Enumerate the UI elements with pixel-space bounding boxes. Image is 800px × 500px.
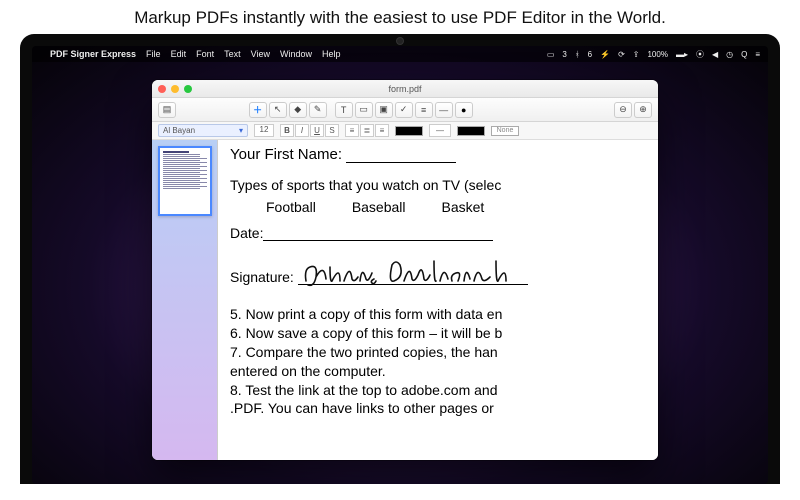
numbered-line-6: 6. Now save a copy of this form – it wil…: [230, 324, 650, 343]
sport-option-football: Football: [266, 199, 316, 215]
underline-button[interactable]: U: [310, 124, 324, 137]
signature-handwriting: [300, 255, 520, 291]
document-body: Your First Name: Types of sports that yo…: [152, 140, 658, 460]
window-minimize-button[interactable]: [171, 85, 179, 93]
numbered-line-7: 7. Compare the two printed copies, the h…: [230, 343, 650, 362]
menu-window[interactable]: Window: [280, 49, 312, 59]
text-color-swatch[interactable]: [395, 126, 423, 136]
app-name-menu[interactable]: PDF Signer Express: [50, 49, 136, 59]
page-canvas[interactable]: Your First Name: Types of sports that yo…: [218, 140, 658, 460]
stroke-color-swatch[interactable]: [457, 126, 485, 136]
pointer-tool-button[interactable]: ↖: [269, 102, 287, 118]
laptop-camera: [397, 38, 403, 44]
sidebar-toggle-button[interactable]: ▤: [158, 102, 176, 118]
ellipse-fill-tool-button[interactable]: ●: [455, 102, 473, 118]
bolt-icon: ⚡: [600, 50, 610, 59]
signature-label: Signature:: [230, 269, 294, 285]
bluetooth-icon[interactable]: ᚼ: [575, 50, 580, 59]
add-tool-button[interactable]: ＋: [249, 102, 267, 118]
image-tool-button[interactable]: ▣: [375, 102, 393, 118]
text-tool-button[interactable]: T: [335, 102, 353, 118]
menu-help[interactable]: Help: [322, 49, 341, 59]
sync-icon[interactable]: ⟳: [618, 50, 625, 59]
thumbnail-sidebar: [152, 140, 218, 460]
line-tool-button[interactable]: —: [435, 102, 453, 118]
app-window: form.pdf ▤ ＋ ↖ ◆ ✎ T ▭ ▣ ✓ ≡ —: [152, 80, 658, 460]
menu-text[interactable]: Text: [224, 49, 241, 59]
menu-file[interactable]: File: [146, 49, 161, 59]
sport-option-baseball: Baseball: [352, 199, 406, 215]
zoom-out-button[interactable]: ⊖: [614, 102, 632, 118]
volume-icon[interactable]: ◀: [712, 50, 718, 59]
numbered-line-5: 5. Now print a copy of this form with da…: [230, 305, 650, 324]
font-family-select[interactable]: Al Bayan ▾: [158, 124, 248, 137]
list-tool-button[interactable]: ≡: [415, 102, 433, 118]
pen-tool-button[interactable]: ✎: [309, 102, 327, 118]
upload-icon[interactable]: ⇪: [633, 50, 640, 59]
stroke-width-select[interactable]: —: [429, 124, 451, 137]
date-label: Date:: [230, 225, 263, 241]
window-fullscreen-button[interactable]: [184, 85, 192, 93]
eraser-tool-button[interactable]: ◆: [289, 102, 307, 118]
laptop-frame: PDF Signer Express File Edit Font Text V…: [20, 34, 780, 484]
fill-color-swatch[interactable]: None: [491, 126, 519, 136]
wifi-icon[interactable]: ⦿: [696, 49, 704, 60]
page-thumbnail-1[interactable]: [158, 146, 212, 216]
sport-option-basket: Basket: [442, 199, 485, 215]
first-name-label: Your First Name:: [230, 146, 342, 163]
menu-font[interactable]: Font: [196, 49, 214, 59]
zoom-in-button[interactable]: ⊕: [634, 102, 652, 118]
menu-edit[interactable]: Edit: [171, 49, 187, 59]
numbered-line-7b: entered on the computer.: [230, 362, 650, 381]
clock-icon[interactable]: ◷: [726, 50, 733, 59]
date-field[interactable]: [263, 229, 493, 241]
window-title: form.pdf: [152, 84, 658, 94]
window-titlebar[interactable]: form.pdf: [152, 80, 658, 98]
numbered-line-8: 8. Test the link at the top to adobe.com…: [230, 381, 650, 400]
battery-percent: 100%: [647, 50, 667, 59]
macos-desktop: PDF Signer Express File Edit Font Text V…: [32, 46, 768, 484]
align-right-button[interactable]: ≡: [375, 124, 389, 137]
first-name-field[interactable]: [346, 151, 456, 163]
italic-button[interactable]: I: [295, 124, 309, 137]
rect-tool-button[interactable]: ▭: [355, 102, 373, 118]
align-center-button[interactable]: ≣: [360, 124, 374, 137]
macos-menubar: PDF Signer Express File Edit Font Text V…: [32, 46, 768, 62]
checkmark-tool-button[interactable]: ✓: [395, 102, 413, 118]
battery-icon: ▬▸: [676, 50, 688, 59]
toolbar: ▤ ＋ ↖ ◆ ✎ T ▭ ▣ ✓ ≡ — ● ⊖: [152, 98, 658, 122]
signature-field[interactable]: [298, 265, 528, 285]
status-count-2: 6: [588, 50, 592, 59]
bold-button[interactable]: B: [280, 124, 294, 137]
search-icon[interactable]: Q: [741, 50, 747, 59]
window-close-button[interactable]: [158, 85, 166, 93]
font-family-value: Al Bayan: [163, 126, 195, 135]
menu-view[interactable]: View: [251, 49, 270, 59]
chevron-down-icon: ▾: [239, 126, 243, 135]
window-traffic-lights: [158, 85, 192, 93]
status-count-1: 3: [562, 50, 566, 59]
menu-list-icon[interactable]: ≡: [755, 50, 760, 59]
font-size-input[interactable]: 12: [254, 124, 274, 137]
align-left-button[interactable]: ≡: [345, 124, 359, 137]
numbered-line-8b: .PDF. You can have links to other pages …: [230, 399, 650, 418]
marketing-heading: Markup PDFs instantly with the easiest t…: [0, 0, 800, 34]
sports-prompt: Types of sports that you watch on TV (se…: [230, 177, 650, 193]
format-bar: Al Bayan ▾ 12 B I U S ≡ ≣ ≡ — Non: [152, 122, 658, 140]
status-icon-box[interactable]: ▭: [547, 50, 555, 59]
strike-button[interactable]: S: [325, 124, 339, 137]
